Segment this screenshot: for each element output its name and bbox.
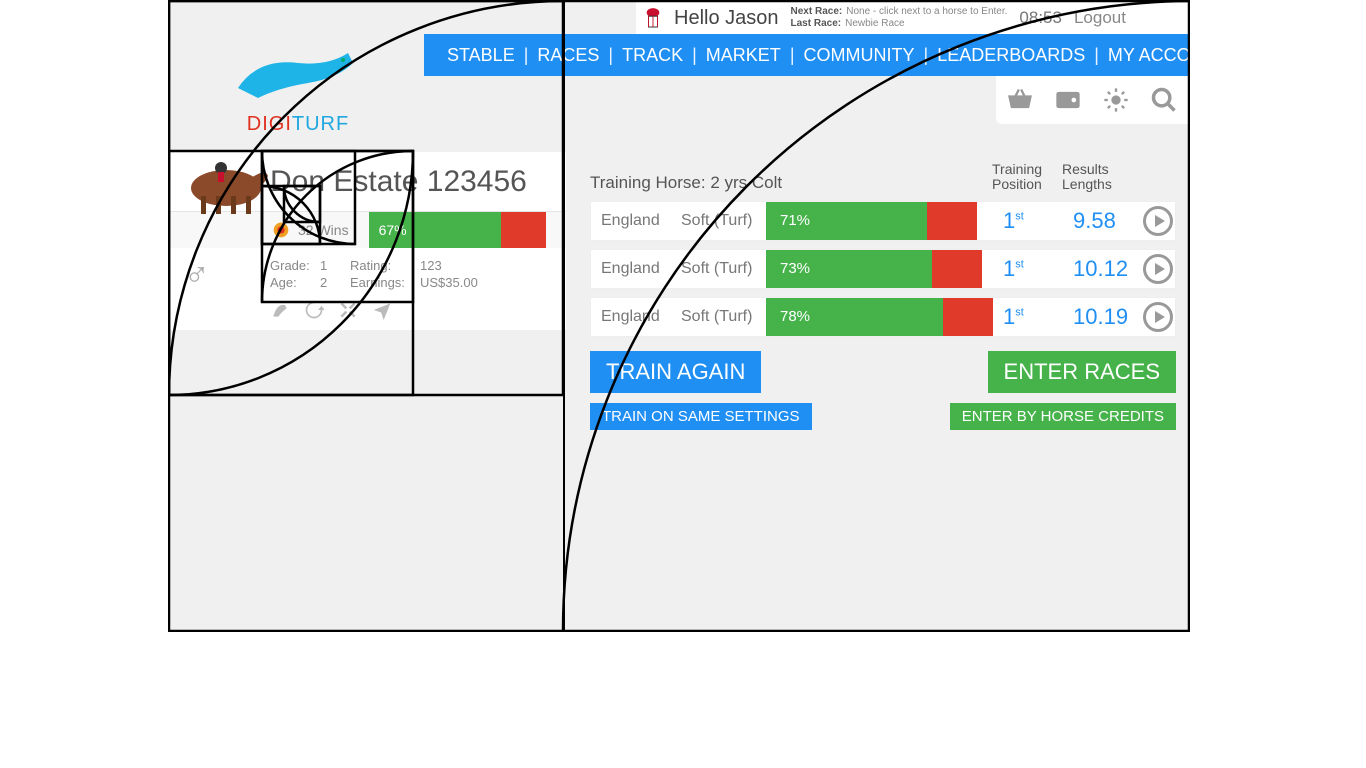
enter-races-button[interactable]: ENTER RACES xyxy=(988,351,1176,393)
nav-stable[interactable]: STABLE xyxy=(438,45,524,66)
wins-label: 32 Wins xyxy=(298,222,349,238)
cell-country: England xyxy=(591,260,671,278)
nav-track[interactable]: TRACK xyxy=(613,45,692,66)
logout-link[interactable]: Logout xyxy=(1074,8,1126,28)
nav-races[interactable]: RACES xyxy=(528,45,608,66)
cell-progress: 73% xyxy=(766,250,993,288)
horse-stats: ♂ Grade:1Rating:123 Age:2Earnings:US$35.… xyxy=(170,248,566,330)
tools-icon[interactable] xyxy=(338,300,358,320)
basket-icon[interactable] xyxy=(1006,86,1034,114)
clock: 08:53 xyxy=(1019,8,1062,28)
play-button[interactable] xyxy=(1143,302,1173,332)
condition-bar: 67% xyxy=(369,212,566,248)
race-info: Next Race:None - click next to a horse t… xyxy=(791,6,1008,30)
nav-leaderboards[interactable]: LEADERBOARDS xyxy=(928,45,1094,66)
jockey-icon xyxy=(644,7,662,29)
training-title: Training Horse: 2 yrs Colt xyxy=(590,173,782,193)
cell-length: 9.58 xyxy=(1063,208,1143,234)
cell-going: Soft (Turf) xyxy=(671,308,766,326)
cell-position: 1st xyxy=(993,304,1063,330)
cell-going: Soft (Turf) xyxy=(671,212,766,230)
play-button[interactable] xyxy=(1143,254,1173,284)
send-icon[interactable] xyxy=(372,300,392,320)
cell-going: Soft (Turf) xyxy=(671,260,766,278)
nav-help[interactable]: HELP xyxy=(1241,45,1306,66)
cell-length: 10.19 xyxy=(1063,304,1143,330)
logo: DIGITURF xyxy=(188,38,408,136)
col-position: TrainingPosition xyxy=(992,162,1062,193)
search-icon[interactable] xyxy=(1150,86,1178,114)
utility-bar xyxy=(996,76,1188,124)
wallet-icon[interactable] xyxy=(1054,86,1082,114)
train-same-button[interactable]: TRAIN ON SAME SETTINGS xyxy=(590,403,812,430)
training-row: EnglandSoft (Turf)78%1st10.19 xyxy=(590,297,1176,337)
cell-country: England xyxy=(591,308,671,326)
training-panel: Training Horse: 2 yrs Colt TrainingPosit… xyxy=(590,162,1176,430)
training-row: EnglandSoft (Turf)71%1st9.58 xyxy=(590,201,1176,241)
nav-my-account[interactable]: MY ACCOUNT xyxy=(1099,45,1237,66)
horse-head-icon[interactable] xyxy=(270,300,290,320)
train-again-button[interactable]: TRAIN AGAIN xyxy=(590,351,761,393)
app-frame: Hello Jason Next Race:None - click next … xyxy=(168,0,1190,632)
cell-position: 1st xyxy=(993,208,1063,234)
cell-progress: 71% xyxy=(766,202,993,240)
cell-progress: 78% xyxy=(766,298,993,336)
sun-icon[interactable] xyxy=(1102,86,1130,114)
topbar: Hello Jason Next Race:None - click next … xyxy=(636,2,1188,34)
cell-country: England xyxy=(591,212,671,230)
male-icon: ♂ xyxy=(184,256,210,295)
cell-position: 1st xyxy=(993,256,1063,282)
nav-community[interactable]: COMMUNITY xyxy=(795,45,924,66)
nav-market[interactable]: MARKET xyxy=(697,45,790,66)
col-results: ResultsLengths xyxy=(1062,162,1142,193)
enter-credits-button[interactable]: ENTER BY HORSE CREDITS xyxy=(950,403,1176,430)
wreath-icon xyxy=(270,219,292,241)
golden-divider xyxy=(563,0,565,632)
refresh-icon[interactable] xyxy=(304,300,324,320)
horse-avatar xyxy=(176,148,276,218)
main-nav: STABLE|RACES|TRACK|MARKET|COMMUNITY|LEAD… xyxy=(424,34,1188,76)
play-button[interactable] xyxy=(1143,206,1173,236)
cell-length: 10.12 xyxy=(1063,256,1143,282)
greeting: Hello Jason xyxy=(674,7,779,30)
training-row: EnglandSoft (Turf)73%1st10.12 xyxy=(590,249,1176,289)
horse-logo-icon xyxy=(228,38,368,108)
